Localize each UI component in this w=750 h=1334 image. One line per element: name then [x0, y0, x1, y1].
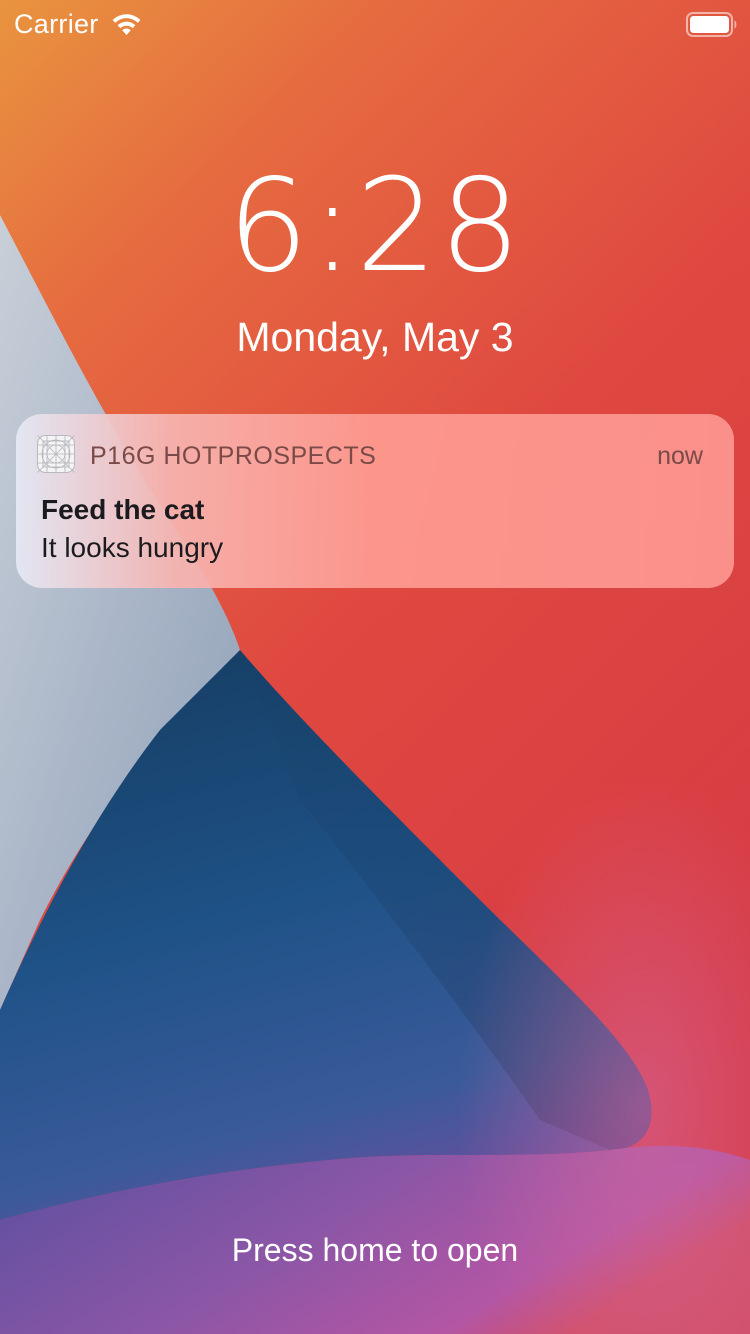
lock-screen-time: 6:28 — [227, 152, 523, 301]
lock-screen: Carrier 6:28 Monday, May 3 P16G HOTPROSP… — [0, 0, 750, 1334]
notification-title: Feed the cat — [41, 494, 205, 525]
notification-time: now — [657, 442, 703, 470]
lock-screen-date: Monday, May 3 — [236, 314, 514, 360]
status-bar: Carrier — [0, 0, 750, 50]
app-placeholder-icon — [37, 435, 75, 473]
wifi-icon — [112, 14, 141, 35]
carrier-label: Carrier — [14, 9, 99, 39]
battery-icon — [686, 12, 737, 37]
notification-card[interactable]: P16G HOTPROSPECTS now Feed the cat It lo… — [16, 414, 734, 588]
notification-body: It looks hungry — [41, 532, 224, 563]
press-home-hint: Press home to open — [231, 1232, 519, 1268]
notification-app-name: P16G HOTPROSPECTS — [90, 442, 377, 470]
